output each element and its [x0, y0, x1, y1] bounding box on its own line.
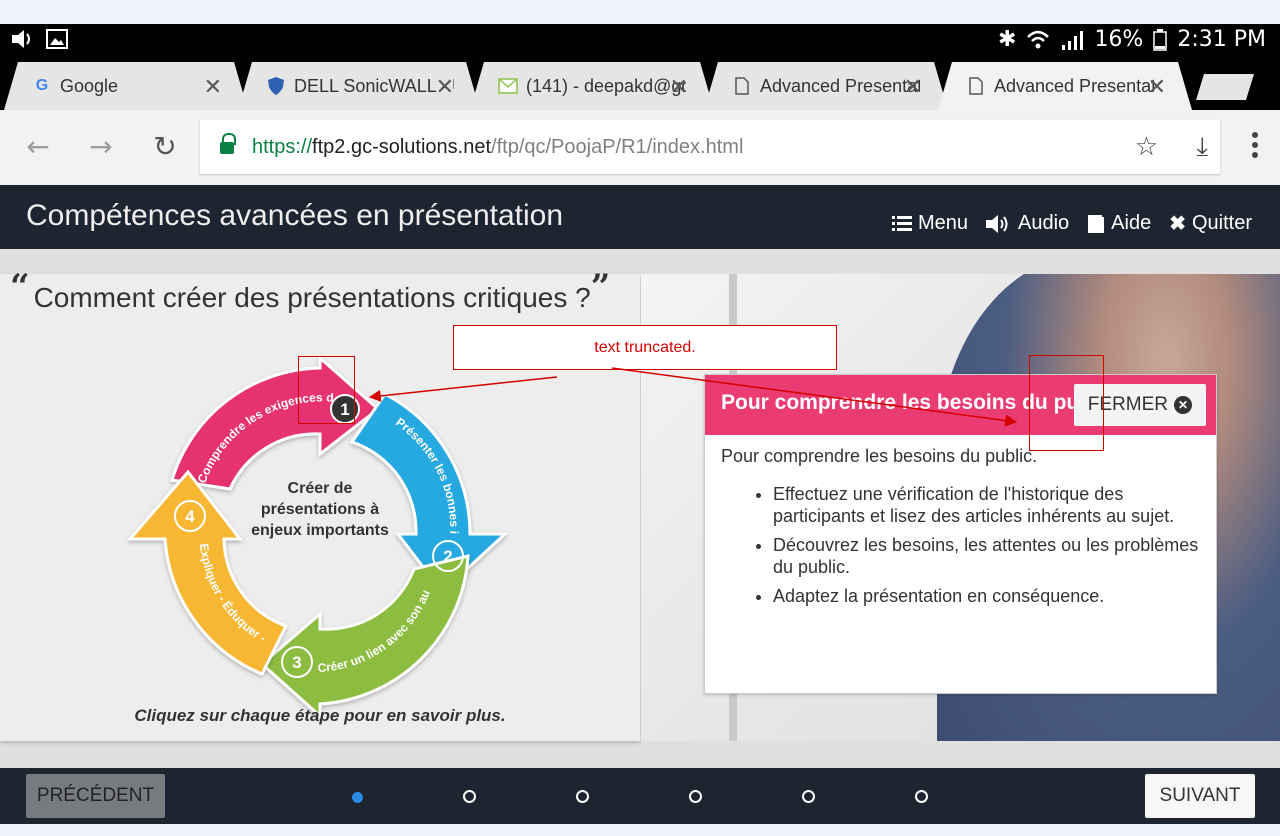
help-button[interactable]: Aide: [1087, 211, 1151, 236]
url-path: /ftp/qc/PoojaP/R1/index.html: [491, 135, 744, 158]
audio-button[interactable]: Audio: [986, 211, 1069, 236]
screen: { "status": { "battery": "16%", "time": …: [0, 0, 1280, 836]
popup-bullets: Effectuez une vérification de l'historiq…: [721, 483, 1200, 607]
image-icon: [46, 29, 68, 49]
download-icon[interactable]: ⤓: [1197, 132, 1209, 163]
back-arrow-icon[interactable]: ←: [22, 130, 54, 163]
close-tab-icon[interactable]: ✕: [904, 74, 922, 100]
quit-button[interactable]: ✖ Quitter: [1169, 211, 1252, 236]
popup-body: Pour comprendre les besoins du public. E…: [705, 435, 1216, 624]
quit-label: Quitter: [1191, 212, 1252, 234]
close-circle-icon: ✕: [1174, 396, 1192, 414]
slide-navigation: PRÉCÉDENT SUIVANT: [0, 768, 1280, 824]
mail-icon: [498, 76, 518, 96]
battery-level: 16%: [1094, 27, 1144, 52]
bullet-item: Découvrez les besoins, les attentes ou l…: [773, 534, 1200, 578]
info-popup: Pour comprendre les besoins du pub FERME…: [704, 374, 1217, 694]
tab-title: (141) - deepakd@gc: [526, 75, 686, 96]
menu-label: Menu: [917, 212, 969, 234]
tab-strip: G Google ✕ DELL SonicWALL - U ✕ (141) - …: [0, 56, 1280, 110]
bullet-item: Adaptez la présentation en conséquence.: [773, 585, 1200, 607]
tab-presentation-1[interactable]: Advanced Presentat ✕: [704, 62, 948, 110]
tab-presentation-2[interactable]: Advanced Presentat ✕: [938, 62, 1192, 110]
audio-label: Audio: [1018, 212, 1070, 234]
volume-icon: [12, 30, 30, 48]
step-3-number: 3: [292, 653, 301, 672]
address-bar[interactable]: https://ftp2.gc-solutions.net/ftp/qc/Poo…: [200, 120, 1220, 174]
book-icon: [1088, 214, 1105, 233]
close-quote-icon: ”: [590, 267, 611, 307]
page-dot-5[interactable]: [802, 790, 815, 803]
tab-title: Google: [60, 75, 119, 96]
overflow-menu-icon[interactable]: [1252, 132, 1258, 162]
reload-icon[interactable]: ↻: [149, 130, 181, 163]
page-dot-2[interactable]: [463, 790, 476, 803]
signal-icon: [1062, 30, 1084, 50]
slide-heading-text: Comment créer des présentations critique…: [33, 282, 591, 313]
bullet-item: Effectuez une vérification de l'historiq…: [773, 483, 1200, 527]
page-dot-3[interactable]: [576, 790, 589, 803]
page-dot-4[interactable]: [689, 790, 702, 803]
page-icon: [732, 76, 752, 96]
clock: 2:31 PM: [1177, 27, 1266, 52]
step-1-label: Comprendre les exigences de l'auditoire: [0, 324, 334, 485]
lock-icon: [220, 133, 236, 155]
list-icon: [891, 215, 912, 231]
status-bar: ✱ 16% 2:31 PM: [0, 24, 1280, 56]
close-tab-icon[interactable]: ✕: [436, 74, 454, 100]
wifi-icon: [1027, 30, 1050, 48]
step-2-number: 2: [443, 547, 452, 566]
tab-title: Advanced Presentat: [994, 75, 1154, 96]
step-4-number: 4: [185, 507, 195, 526]
previous-button[interactable]: PRÉCÉDENT: [26, 774, 165, 818]
popup-header: Pour comprendre les besoins du pub FERME…: [705, 375, 1216, 435]
tab-title: Advanced Presentat: [760, 75, 920, 96]
close-tab-icon[interactable]: ✕: [1148, 74, 1166, 100]
course-title: Compétences avancées en présentation: [26, 199, 564, 232]
bluetooth-icon: ✱: [998, 27, 1017, 52]
menu-button[interactable]: Menu: [891, 211, 969, 236]
page-icon: [966, 76, 986, 96]
shield-icon: [266, 76, 286, 96]
battery-icon: [1153, 28, 1168, 51]
tab-sonicwall[interactable]: DELL SonicWALL - U ✕: [238, 62, 480, 110]
browser-toolbar: ← → ↻ https://ftp2.gc-solutions.net/ftp/…: [0, 110, 1280, 185]
new-tab-button[interactable]: [1196, 74, 1254, 100]
popup-intro: Pour comprendre les besoins du public.: [721, 446, 1038, 466]
open-quote-icon: “: [10, 267, 30, 307]
annotation-highlight-truncation: [1029, 355, 1104, 451]
cycle-center-text: Créer de présentations à enjeux importan…: [251, 480, 389, 539]
forward-arrow-icon[interactable]: →: [85, 130, 117, 163]
speaker-icon: [986, 214, 1008, 233]
tab-title: DELL SonicWALL - U: [294, 75, 454, 96]
page-dot-6[interactable]: [915, 790, 928, 803]
course-header: Compétences avancées en présentation Men…: [0, 185, 1280, 249]
annotation-note: text truncated.: [453, 325, 837, 370]
step-3-segment[interactable]: [259, 554, 470, 720]
annotation-highlight-step-1: [298, 356, 355, 424]
google-icon: G: [35, 77, 49, 94]
star-icon[interactable]: ☆: [1135, 132, 1158, 162]
close-icon: ✖: [1169, 213, 1186, 235]
page-dot-1[interactable]: [352, 792, 363, 803]
instruction-caption: Cliquez sur chaque étape pour en savoir …: [134, 706, 506, 725]
tab-mail[interactable]: (141) - deepakd@gc ✕: [470, 62, 714, 110]
next-button[interactable]: SUIVANT: [1145, 774, 1255, 818]
tab-google[interactable]: G Google ✕: [4, 62, 248, 110]
course-menu: Menu Audio Aide ✖ Quitter: [891, 211, 1252, 236]
url-scheme: https://: [252, 135, 313, 158]
close-tab-icon[interactable]: ✕: [204, 74, 222, 100]
slide-heading: “ Comment créer des présentations critiq…: [10, 267, 611, 314]
url-host: ftp2.gc-solutions.net: [312, 135, 492, 158]
close-tab-icon[interactable]: ✕: [670, 74, 688, 100]
help-label: Aide: [1111, 212, 1152, 234]
